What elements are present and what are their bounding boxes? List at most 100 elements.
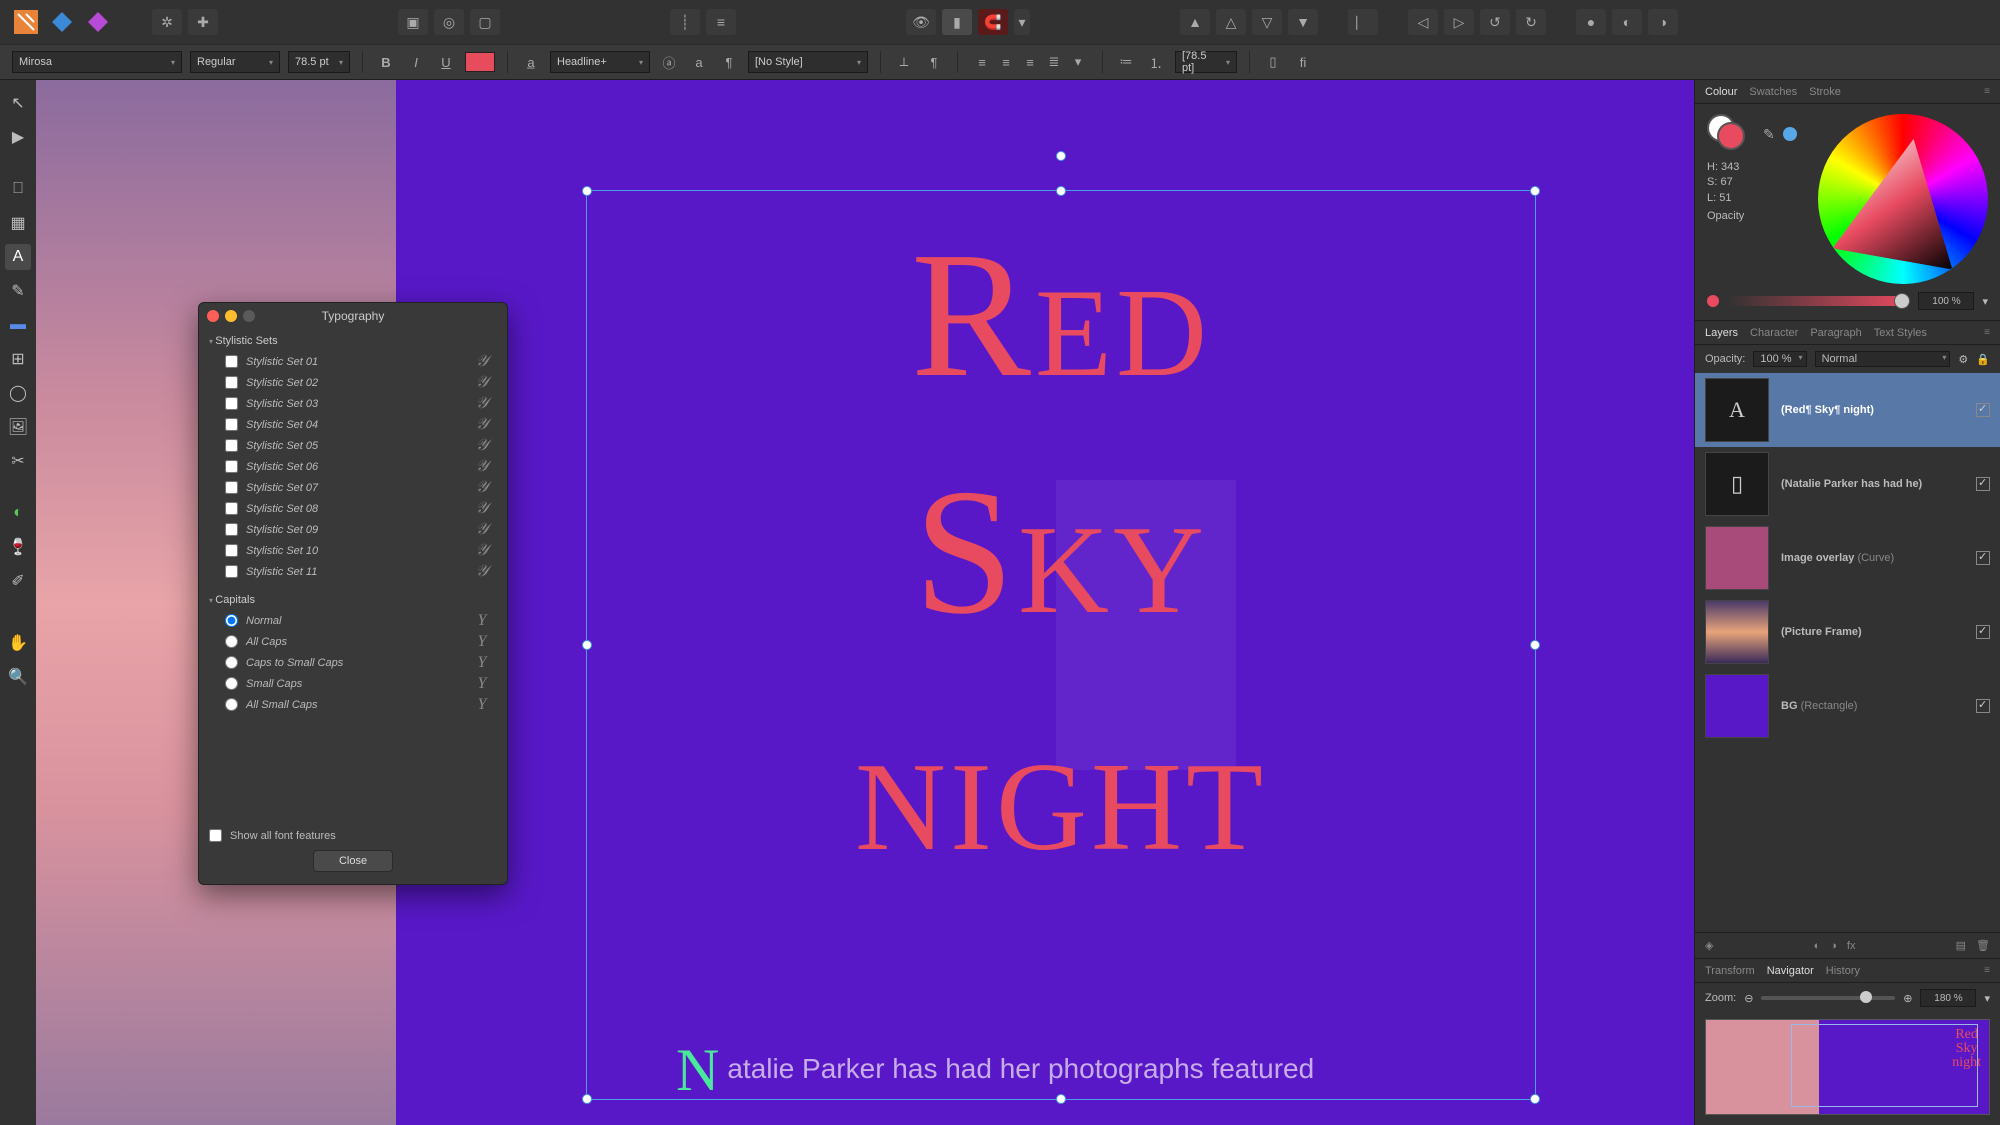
navigator-viewport[interactable] [1791, 1024, 1978, 1107]
capitals-radio[interactable]: All CapsY [209, 631, 497, 652]
transparency-tool-icon[interactable]: 🍷 [5, 534, 31, 560]
flip-h-icon[interactable]: ◁ [1408, 9, 1438, 35]
baseline-grid-icon[interactable]: ┊ [670, 9, 700, 35]
stylistic-sets-header[interactable]: Stylistic Sets [209, 335, 497, 347]
layer-row[interactable]: A(Red¶ Sky¶ night) [1695, 373, 2000, 447]
colour-wheel[interactable] [1818, 114, 1988, 284]
layer-row[interactable]: ▯(Natalie Parker has had he) [1695, 447, 2000, 521]
opacity-slider[interactable] [1727, 296, 1910, 306]
body-text-frame[interactable]: Natalie Parker has had her photographs f… [676, 1036, 1314, 1105]
add-layer-icon[interactable]: ▤ [1956, 939, 1966, 952]
rotate-ccw-icon[interactable]: ↺ [1480, 9, 1510, 35]
layer-row[interactable]: (Picture Frame) [1695, 595, 2000, 669]
close-button[interactable]: Close [313, 850, 393, 872]
stylistic-set-checkbox[interactable]: Stylistic Set 01𝒴 [209, 351, 497, 372]
help-icon[interactable]: ◑ [1648, 9, 1678, 35]
panel-menu-icon[interactable]: ≡ [1984, 86, 1990, 97]
char-style-2-icon[interactable]: a [688, 51, 710, 73]
text-frame-selection[interactable]: Red Sky night [586, 190, 1536, 1100]
text-ruler-icon[interactable]: ⟂ [893, 51, 915, 73]
lock-icon[interactable]: 🔒 [1976, 353, 1990, 366]
snapping-icon[interactable]: 🧲 [978, 9, 1008, 35]
layer-visibility-checkbox[interactable] [1976, 699, 1990, 713]
title-line-2[interactable]: Sky [587, 448, 1535, 655]
color-picker-tool-icon[interactable]: ✐ [5, 568, 31, 594]
stylistic-set-checkbox[interactable]: Stylistic Set 02𝒴 [209, 372, 497, 393]
tab-paragraph[interactable]: Paragraph [1810, 327, 1861, 339]
pen-tool-icon[interactable]: ✎ [5, 278, 31, 304]
photo-persona-icon[interactable] [84, 8, 112, 36]
sampled-color-icon[interactable] [1783, 127, 1797, 141]
gear-icon[interactable]: ⚙ [1958, 353, 1968, 366]
eyedropper-icon[interactable]: ✎ [1763, 126, 1775, 143]
align-justify-text-icon[interactable]: ≣ [1042, 51, 1066, 73]
align-left-text-icon[interactable]: ≡ [970, 51, 994, 73]
stylistic-set-checkbox[interactable]: Stylistic Set 05𝒴 [209, 435, 497, 456]
navigator-preview[interactable]: RedSkynight [1705, 1019, 1990, 1115]
stylistic-set-checkbox[interactable]: Stylistic Set 03𝒴 [209, 393, 497, 414]
layer-visibility-checkbox[interactable] [1976, 477, 1990, 491]
align-center-text-icon[interactable]: ≡ [994, 51, 1018, 73]
tab-layers[interactable]: Layers [1705, 327, 1738, 339]
flip-v-icon[interactable]: ▷ [1444, 9, 1474, 35]
zoom-in-icon[interactable]: ⊕ [1903, 992, 1912, 1005]
opacity-value[interactable]: 100 % [1918, 292, 1974, 310]
stylistic-set-checkbox[interactable]: Stylistic Set 10𝒴 [209, 540, 497, 561]
close-window-icon[interactable] [207, 310, 219, 322]
tab-colour[interactable]: Colour [1705, 86, 1737, 98]
capitals-radio[interactable]: Caps to Small CapsY [209, 652, 497, 673]
rotate-cw-icon[interactable]: ↻ [1516, 9, 1546, 35]
tab-transform[interactable]: Transform [1705, 965, 1755, 977]
layer-visibility-checkbox[interactable] [1976, 551, 1990, 565]
view-hand-tool-icon[interactable]: ✋ [5, 630, 31, 656]
crop-tool-icon[interactable]: ✂ [5, 448, 31, 474]
stylistic-set-checkbox[interactable]: Stylistic Set 07𝒴 [209, 477, 497, 498]
resize-handle-icon[interactable] [582, 1094, 592, 1104]
move-tool-icon[interactable]: ↖ [5, 90, 31, 116]
align-right-text-icon[interactable]: ≡ [1018, 51, 1042, 73]
stylistic-set-checkbox[interactable]: Stylistic Set 04𝒴 [209, 414, 497, 435]
resize-handle-icon[interactable] [1530, 186, 1540, 196]
resize-handle-icon[interactable] [582, 186, 592, 196]
text-style-icon[interactable]: ¶ [718, 51, 740, 73]
resource-manager-icon[interactable]: ✚ [188, 9, 218, 35]
stylistic-set-checkbox[interactable]: Stylistic Set 06𝒴 [209, 456, 497, 477]
typography-titlebar[interactable]: Typography [199, 303, 507, 329]
delete-layer-icon[interactable]: 🗑 [1976, 939, 1990, 952]
mask-icon[interactable]: ◐ [1814, 940, 1821, 952]
adjustment-icon[interactable]: ◑ [1830, 940, 1837, 952]
bold-button[interactable]: B [375, 51, 397, 73]
preview-mode-icon[interactable]: 👁 [906, 9, 936, 35]
opacity-stepper-icon[interactable]: ▾ [1982, 295, 1988, 308]
picture-frame-tool-icon[interactable]: ⊞ [5, 346, 31, 372]
font-weight-dropdown[interactable]: Regular [190, 51, 280, 73]
move-forward-icon[interactable]: △ [1216, 9, 1246, 35]
fill-swatch-icon[interactable] [1717, 122, 1745, 150]
layer-visibility-checkbox[interactable] [1976, 403, 1990, 417]
resize-handle-icon[interactable] [1056, 186, 1066, 196]
vertical-align-icon[interactable]: ▯ [1262, 51, 1284, 73]
move-backward-icon[interactable]: ▽ [1252, 9, 1282, 35]
fill-tool-icon[interactable]: ◐ [5, 500, 31, 526]
publisher-persona-icon[interactable] [12, 8, 40, 36]
rectangle-tool-icon[interactable]: ▬ [5, 312, 31, 338]
account-icon[interactable]: ◐ [1612, 9, 1642, 35]
split-view-icon[interactable]: ▮ [942, 9, 972, 35]
fill-stroke-swatches[interactable] [1707, 114, 1755, 154]
show-paragraph-icon[interactable]: ¶ [923, 51, 945, 73]
rotate-handle-icon[interactable] [1056, 151, 1066, 161]
text-style-dropdown[interactable]: [No Style] [748, 51, 868, 73]
tab-history[interactable]: History [1826, 965, 1860, 977]
bullet-list-icon[interactable]: ≔ [1115, 51, 1137, 73]
snapping-options-icon[interactable]: ▾ [1014, 9, 1030, 35]
minimize-window-icon[interactable] [225, 310, 237, 322]
capitals-header[interactable]: Capitals [209, 594, 497, 606]
tab-swatches[interactable]: Swatches [1749, 86, 1797, 98]
zoom-window-icon[interactable] [243, 310, 255, 322]
table-tool-icon[interactable]: ▦ [5, 210, 31, 236]
stylistic-set-checkbox[interactable]: Stylistic Set 09𝒴 [209, 519, 497, 540]
tab-character[interactable]: Character [1750, 327, 1798, 339]
stylistic-set-checkbox[interactable]: Stylistic Set 11𝒴 [209, 561, 497, 582]
title-line-3[interactable]: night [587, 685, 1535, 892]
frame-text-tool-icon[interactable]: ⎕ [5, 176, 31, 202]
